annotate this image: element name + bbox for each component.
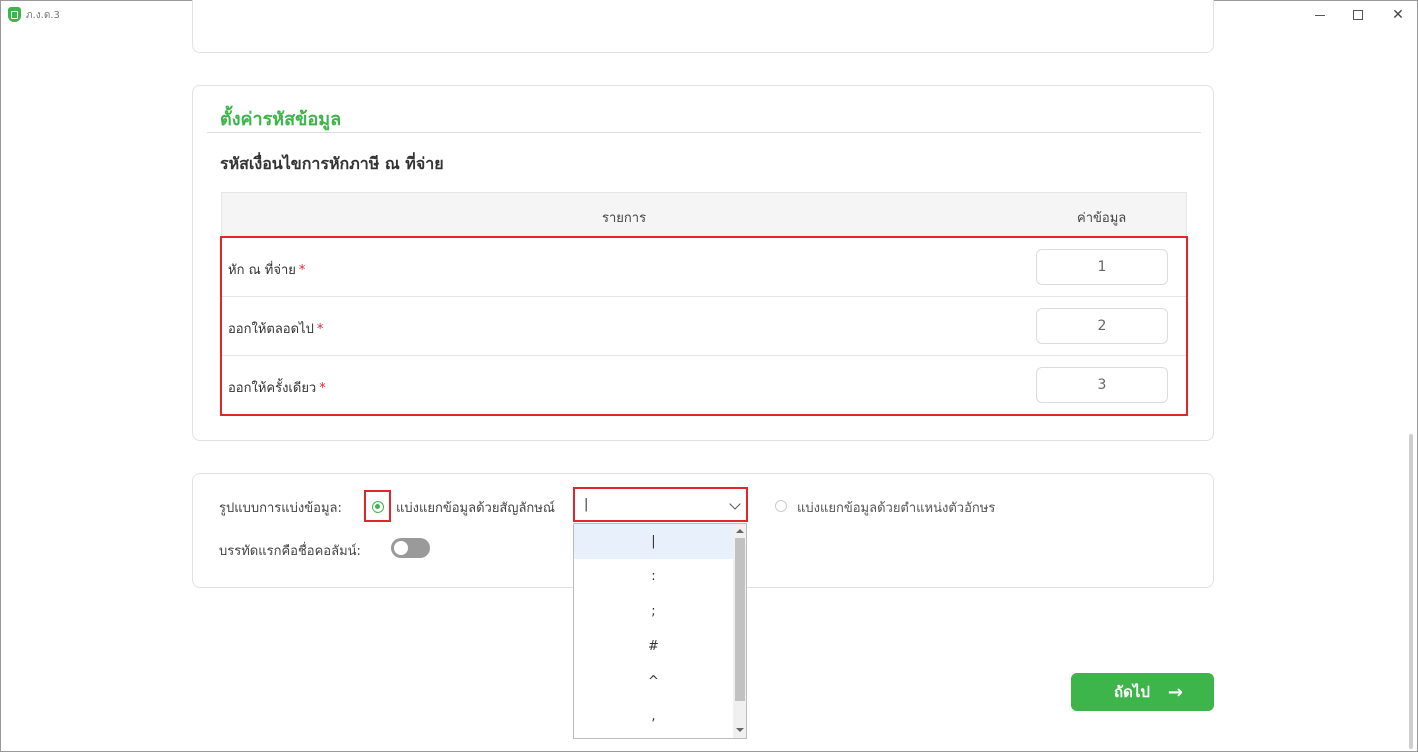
section-title: ตั้งค่ารหัสข้อมูล xyxy=(220,109,342,130)
minimize-icon xyxy=(1315,15,1325,16)
row-label: หัก ณ ที่จ่าย * xyxy=(228,263,306,278)
code-value-input[interactable] xyxy=(1036,367,1168,403)
column-header-value: ค่าข้อมูล xyxy=(1077,211,1127,226)
symbol-select[interactable]: | xyxy=(573,487,748,522)
required-mark: * xyxy=(316,322,324,337)
row-label: ออกให้ครั้งเดียว * xyxy=(228,381,326,396)
required-mark: * xyxy=(298,263,306,278)
code-settings-card: ตั้งค่ารหัสข้อมูล รหัสเงื่อนไขการหักภาษี… xyxy=(192,85,1214,441)
page-scrollbar-thumb[interactable] xyxy=(1409,434,1413,749)
previous-section-card xyxy=(192,0,1214,53)
code-value-input[interactable] xyxy=(1036,249,1168,285)
arrow-right-icon: → xyxy=(1167,681,1183,703)
radio-symbol-highlight[interactable] xyxy=(364,490,391,522)
dropdown-option[interactable]: # xyxy=(574,629,733,664)
scroll-up-icon[interactable] xyxy=(736,529,744,533)
row-label: ออกให้ตลอดไป * xyxy=(228,322,324,337)
app-shield-icon xyxy=(8,7,21,22)
dropdown-option[interactable]: ^ xyxy=(574,664,733,699)
required-mark: * xyxy=(319,381,326,396)
symbol-dropdown-list: | : ; # ^ , xyxy=(573,523,747,739)
split-format-label: รูปแบบการแบ่งข้อมูล: xyxy=(219,501,342,516)
radio-symbol[interactable] xyxy=(372,501,384,513)
symbol-select-value: | xyxy=(584,497,589,512)
dropdown-option[interactable]: ; xyxy=(574,594,733,629)
next-button[interactable]: ถัดไป → xyxy=(1071,673,1214,711)
dropdown-scrollbar-thumb[interactable] xyxy=(735,538,745,701)
next-button-label: ถัดไป xyxy=(1114,683,1150,701)
header-row-label: บรรทัดแรกคือชื่อคอลัมน์: xyxy=(219,544,361,559)
close-icon: ✕ xyxy=(1392,7,1404,23)
table-row: ออกให้ครั้งเดียว * xyxy=(222,356,1186,414)
dropdown-option[interactable]: : xyxy=(574,559,733,594)
radio-position[interactable] xyxy=(775,500,787,512)
radio-symbol-label[interactable]: แบ่งแยกข้อมูลด้วยสัญลักษณ์ xyxy=(396,497,555,518)
table-row: ออกให้ตลอดไป * xyxy=(222,297,1186,356)
header-row-toggle[interactable] xyxy=(391,538,430,558)
page-scrollbar[interactable] xyxy=(1407,29,1417,751)
close-button[interactable]: ✕ xyxy=(1388,5,1408,25)
table-body: หัก ณ ที่จ่าย* ออกให้ตลอดไป* ออกให้ครั้ง… xyxy=(220,236,1188,416)
code-value-input[interactable] xyxy=(1036,308,1168,344)
table-header: รายการ ค่าข้อมูล xyxy=(221,192,1187,236)
section-divider xyxy=(207,132,1201,133)
minimize-button[interactable] xyxy=(1310,5,1330,25)
maximize-icon xyxy=(1353,10,1363,20)
chevron-down-icon xyxy=(729,498,741,510)
code-table: รายการ ค่าข้อมูล หัก ณ ที่จ่าย* ออกให้ตล… xyxy=(220,192,1188,416)
maximize-button[interactable] xyxy=(1348,5,1368,25)
dropdown-option[interactable]: | xyxy=(574,524,733,559)
scroll-down-icon[interactable] xyxy=(736,728,744,732)
table-row: หัก ณ ที่จ่าย * xyxy=(222,238,1186,297)
window-title: ภ.ง.ด.3 xyxy=(26,10,60,21)
radio-position-label[interactable]: แบ่งแยกข้อมูลด้วยตำแหน่งตัวอักษร xyxy=(797,497,995,518)
dropdown-scrollbar[interactable] xyxy=(733,524,746,738)
column-header-item: รายการ xyxy=(602,211,647,226)
dropdown-option[interactable]: , xyxy=(574,699,733,734)
sub-title: รหัสเงื่อนไขการหักภาษี ณ ที่จ่าย xyxy=(220,154,444,173)
